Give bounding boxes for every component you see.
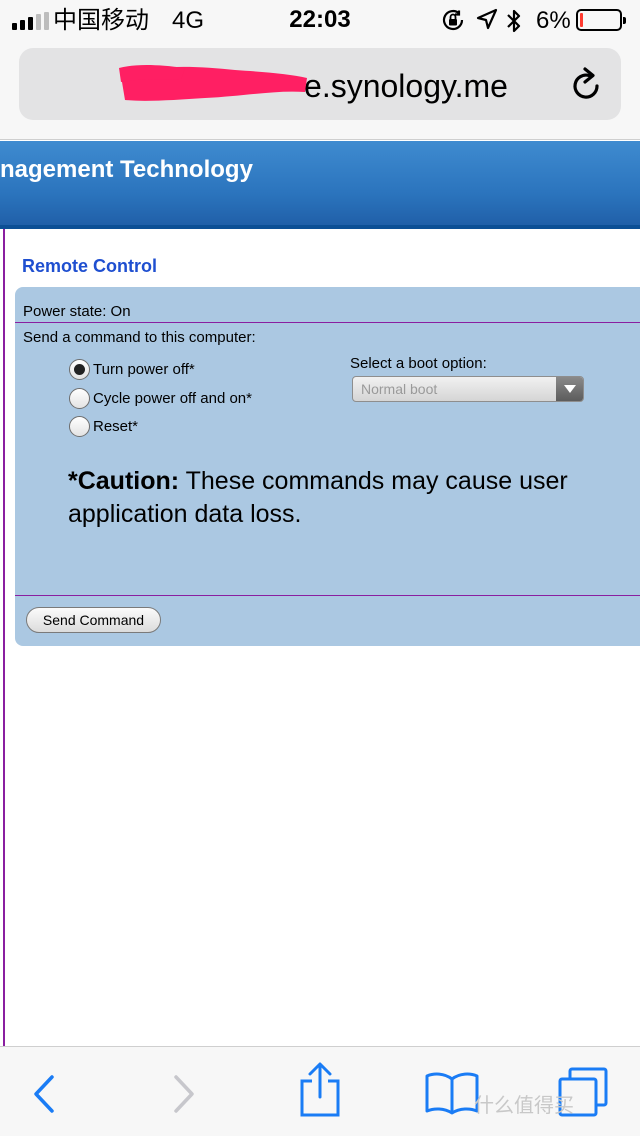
- caution-message: *Caution: These commands may cause user …: [68, 465, 628, 531]
- chevron-down-icon: [556, 377, 583, 401]
- banner-title: nagement Technology: [0, 156, 253, 183]
- status-bar: 中国移动 4G 22:03 6%: [0, 0, 640, 40]
- boot-option-value: Normal boot: [361, 381, 438, 397]
- option-cycle-power[interactable]: Cycle power off and on*: [69, 388, 252, 409]
- option-label: Turn power off*: [93, 360, 195, 378]
- page-title: Remote Control: [22, 256, 157, 276]
- boot-option-label: Select a boot option:: [350, 355, 487, 372]
- browser-toolbar: e.synology.me: [0, 40, 640, 140]
- page-left-border: [3, 229, 5, 1046]
- command-prompt: Send a command to this computer:: [23, 329, 256, 346]
- forward-icon[interactable]: [168, 1073, 198, 1115]
- location-icon: [476, 8, 498, 30]
- divider: [15, 322, 640, 323]
- battery-percent: 6%: [536, 7, 571, 34]
- caution-label: *Caution:: [68, 467, 180, 495]
- radio-button[interactable]: [69, 416, 90, 437]
- boot-option-select[interactable]: Normal boot: [352, 376, 584, 402]
- reload-icon[interactable]: [567, 66, 605, 104]
- option-label: Reset*: [93, 417, 139, 435]
- remote-control-panel: Power state: On Send a command to this c…: [15, 287, 640, 646]
- radio-button[interactable]: [69, 359, 90, 380]
- option-turn-power-off[interactable]: Turn power off*: [69, 359, 195, 380]
- back-icon[interactable]: [28, 1073, 58, 1115]
- orientation-lock-icon: [442, 9, 464, 31]
- bluetooth-icon: [507, 9, 521, 33]
- divider: [15, 595, 640, 596]
- power-state: Power state: On: [23, 303, 131, 320]
- watermark: 什么值得买: [474, 1095, 574, 1117]
- url-text: e.synology.me: [304, 68, 508, 104]
- address-bar[interactable]: e.synology.me: [19, 48, 621, 120]
- battery-fill: [580, 13, 583, 27]
- header-banner: nagement Technology: [0, 141, 640, 229]
- send-command-button[interactable]: Send Command: [26, 607, 161, 633]
- radio-button[interactable]: [69, 388, 90, 409]
- bookmarks-icon[interactable]: [424, 1069, 480, 1115]
- web-page: nagement Technology Remote Control Power…: [0, 141, 640, 1046]
- redaction-mark: [119, 65, 307, 101]
- option-label: Cycle power off and on*: [93, 389, 252, 407]
- option-reset[interactable]: Reset*: [69, 416, 138, 437]
- share-icon[interactable]: [298, 1061, 342, 1119]
- bottom-toolbar: 什么值得买: [0, 1046, 640, 1136]
- battery-icon: [576, 9, 626, 31]
